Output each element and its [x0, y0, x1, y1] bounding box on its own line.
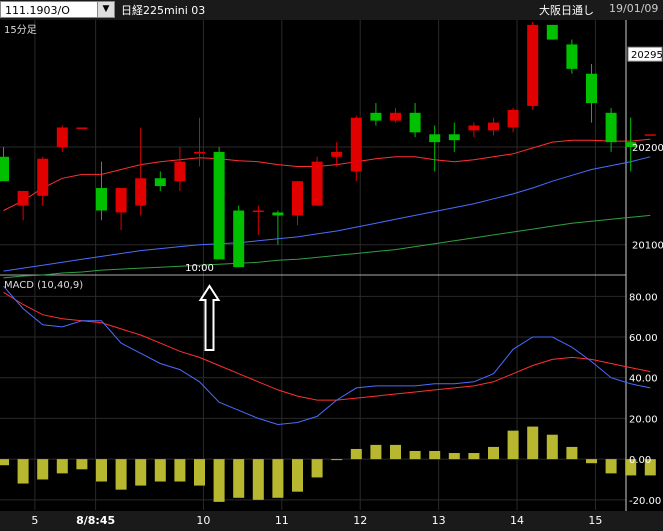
candle-body [311, 161, 323, 206]
candle-body [488, 122, 499, 131]
histogram-bar [37, 459, 49, 480]
candle-body [37, 158, 49, 196]
price-chart-title: 15分足 [4, 24, 37, 36]
time-tick-label: 10 [196, 514, 210, 527]
time-tick-label: 14 [510, 514, 524, 527]
candle-body [135, 178, 147, 206]
histogram-bar [0, 459, 9, 466]
candle-body [213, 151, 225, 260]
histogram-bar [527, 426, 539, 460]
histogram-bar [174, 459, 186, 482]
time-tick-label: 13 [432, 514, 446, 527]
histogram-bar [194, 459, 205, 486]
candle-body [17, 190, 29, 206]
macd-chart-title: MACD (10,40,9) [4, 280, 83, 291]
histogram-bar [409, 450, 421, 460]
candle-body [566, 44, 578, 69]
candle-body [56, 127, 68, 147]
candle-body [115, 188, 127, 213]
macd-tick-label: 20.00 [629, 414, 658, 425]
candle-body [76, 127, 88, 129]
macd-tick-label: 80.00 [629, 292, 658, 303]
candle-body [331, 151, 343, 157]
histogram-bar [350, 448, 362, 460]
candle-body [390, 112, 401, 121]
candle-body [272, 212, 284, 216]
histogram-bar [115, 459, 127, 490]
candle-body [350, 117, 362, 172]
top-toolbar: 111.1903/O ▼ 日経225mini 03 大阪日通し 19/01/09 [0, 0, 663, 20]
candle-body [292, 181, 303, 216]
histogram-bar [566, 446, 578, 460]
candle-body [252, 210, 264, 212]
histogram-bar [507, 430, 519, 460]
symbol-text: 111.1903/O [5, 4, 70, 17]
time-tick-label: 5 [31, 514, 38, 527]
price-tick-label: 20100 [632, 241, 663, 252]
candle-body [96, 188, 107, 211]
candle-body [194, 151, 205, 154]
histogram-bar [429, 450, 441, 460]
last-price-label: 20295 [631, 50, 663, 61]
candle-body [154, 178, 166, 187]
histogram-bar [154, 459, 166, 482]
candle-body [527, 24, 539, 106]
candle-body [174, 161, 186, 182]
annotation-label: 10:00 [185, 263, 214, 274]
time-tick-label: 11 [275, 514, 289, 527]
histogram-bar [586, 459, 597, 464]
histogram-bar [76, 459, 88, 470]
histogram-bar [488, 446, 499, 460]
histogram-bar [96, 459, 107, 482]
histogram-bar [233, 459, 245, 498]
histogram-bar [311, 459, 323, 478]
histogram-bar [272, 459, 284, 498]
histogram-bar [292, 459, 303, 492]
candle-body [429, 134, 441, 143]
macd-tick-label: 40.00 [629, 374, 658, 385]
macd-tick-label: 0.00 [629, 455, 651, 466]
histogram-bar [135, 459, 147, 486]
time-tick-label: 8/8:45 [76, 514, 115, 527]
candle-body [233, 210, 245, 268]
histogram-bar [468, 453, 480, 460]
price-tick-label: 20200 [632, 143, 663, 154]
contract-name: 日経225mini 03 [121, 4, 206, 17]
symbol-input[interactable]: 111.1903/O ▼ [0, 1, 115, 18]
chart-area: 15分足 MACD (10,40,9) 20100 20200 20295 80.0… [0, 20, 663, 531]
histogram-bar [331, 459, 343, 461]
dropdown-arrow-icon[interactable]: ▼ [97, 2, 114, 17]
candle-body [507, 109, 519, 128]
candle-body [644, 134, 656, 136]
candle-body [586, 73, 597, 104]
histogram-bar [546, 434, 558, 460]
histogram-bar [390, 444, 401, 460]
time-tick-label: 15 [588, 514, 602, 527]
histogram-bar [213, 459, 225, 502]
histogram-bar [17, 459, 29, 484]
histogram-bar [448, 453, 460, 460]
candle-body [0, 156, 9, 182]
histogram-bar [370, 444, 382, 460]
candle-body [546, 24, 558, 40]
candle-body [605, 112, 617, 143]
candle-body [468, 125, 480, 131]
market-session: 大阪日通し [539, 4, 594, 17]
time-tick-label: 12 [353, 514, 367, 527]
time-axis: 5 8/8:45 10 11 12 13 14 15 [0, 511, 663, 531]
candle-body [370, 112, 382, 121]
histogram-bar [56, 459, 68, 474]
candle-body [409, 112, 421, 133]
chart-date: 19/01/09 [609, 2, 659, 15]
histogram-bar [605, 459, 617, 474]
histogram-bar [252, 459, 264, 500]
macd-tick-label: -20.00 [629, 496, 661, 507]
macd-tick-label: 60.00 [629, 333, 658, 344]
candle-body [448, 134, 460, 141]
